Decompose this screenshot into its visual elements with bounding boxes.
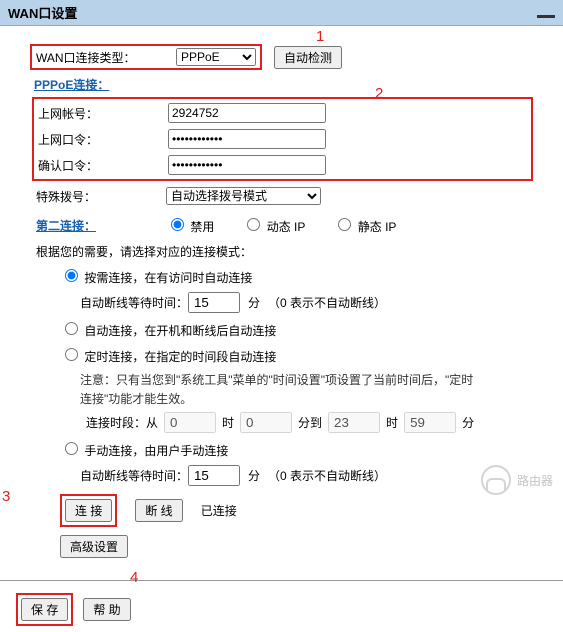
time-h2 (328, 412, 380, 433)
annotation-1: 1 (316, 28, 324, 45)
connect-button-box: 连 接 (60, 494, 117, 527)
connect-button[interactable]: 连 接 (65, 499, 112, 522)
annotation-2: 2 (375, 85, 383, 102)
mode-manual[interactable]: 手动连接，由用户手动连接 (60, 439, 228, 459)
auto-disc-input-2[interactable] (188, 465, 240, 486)
help-button[interactable]: 帮 助 (83, 598, 130, 621)
timed-note: 注意：只有当您到"系统工具"菜单的"时间设置"项设置了当前时间后，"定时连接"功… (80, 371, 480, 409)
auto-disc-label-2: 自动断线等待时间： (80, 467, 188, 484)
auto-disc-label-1: 自动断线等待时间： (80, 294, 188, 311)
save-button-box: 保 存 (16, 593, 73, 626)
connection-status: 已连接 (201, 502, 237, 519)
mode-timed[interactable]: 定时连接，在指定的时间段自动连接 (60, 345, 276, 365)
annotation-3: 3 (2, 488, 10, 505)
router-icon (481, 465, 511, 495)
account-input[interactable] (168, 103, 326, 123)
password-input[interactable] (168, 129, 326, 149)
watermark: 路由器 (481, 465, 553, 495)
credentials-group: 上网帐号： 上网口令： 确认口令： (32, 97, 533, 181)
wan-type-label: WAN口连接类型： (36, 49, 176, 66)
second-conn-static[interactable]: 静态 IP (333, 215, 396, 235)
auto-disc-hint-1: （0 表示不自动断线） (268, 294, 386, 311)
confirm-label: 确认口令： (38, 157, 168, 174)
advanced-button[interactable]: 高级设置 (60, 535, 128, 558)
confirm-input[interactable] (168, 155, 326, 175)
save-button[interactable]: 保 存 (21, 598, 68, 621)
second-conn-label: 第二连接： (36, 217, 166, 234)
time-m1 (240, 412, 292, 433)
second-conn-disable[interactable]: 禁用 (166, 215, 214, 235)
auto-disc-input-1[interactable] (188, 292, 240, 313)
disconnect-button[interactable]: 断 线 (135, 499, 182, 522)
wan-type-group: WAN口连接类型： PPPoE (30, 44, 262, 70)
annotation-4: 4 (130, 569, 138, 586)
auto-detect-button[interactable]: 自动检测 (274, 46, 342, 69)
special-dial-select[interactable]: 自动选择拨号模式 (166, 187, 321, 205)
time-m2 (404, 412, 456, 433)
special-dial-label: 特殊拨号： (36, 188, 166, 205)
minimize-icon[interactable] (537, 15, 555, 18)
window-title: WAN口设置 (8, 3, 77, 22)
mode-hint: 根据您的需要，请选择对应的连接模式： (36, 243, 533, 260)
mode-on-demand[interactable]: 按需连接，在有访问时自动连接 (60, 266, 252, 286)
second-conn-dynamic[interactable]: 动态 IP (242, 215, 305, 235)
wan-type-select[interactable]: PPPoE (176, 48, 256, 66)
time-h1 (164, 412, 216, 433)
mode-auto[interactable]: 自动连接，在开机和断线后自动连接 (60, 319, 276, 339)
pppoe-section-label: PPPoE连接： (34, 76, 533, 93)
password-label: 上网口令： (38, 131, 168, 148)
account-label: 上网帐号： (38, 105, 168, 122)
auto-disc-hint-2: （0 表示不自动断线） (268, 467, 386, 484)
window-titlebar: WAN口设置 (0, 0, 563, 26)
